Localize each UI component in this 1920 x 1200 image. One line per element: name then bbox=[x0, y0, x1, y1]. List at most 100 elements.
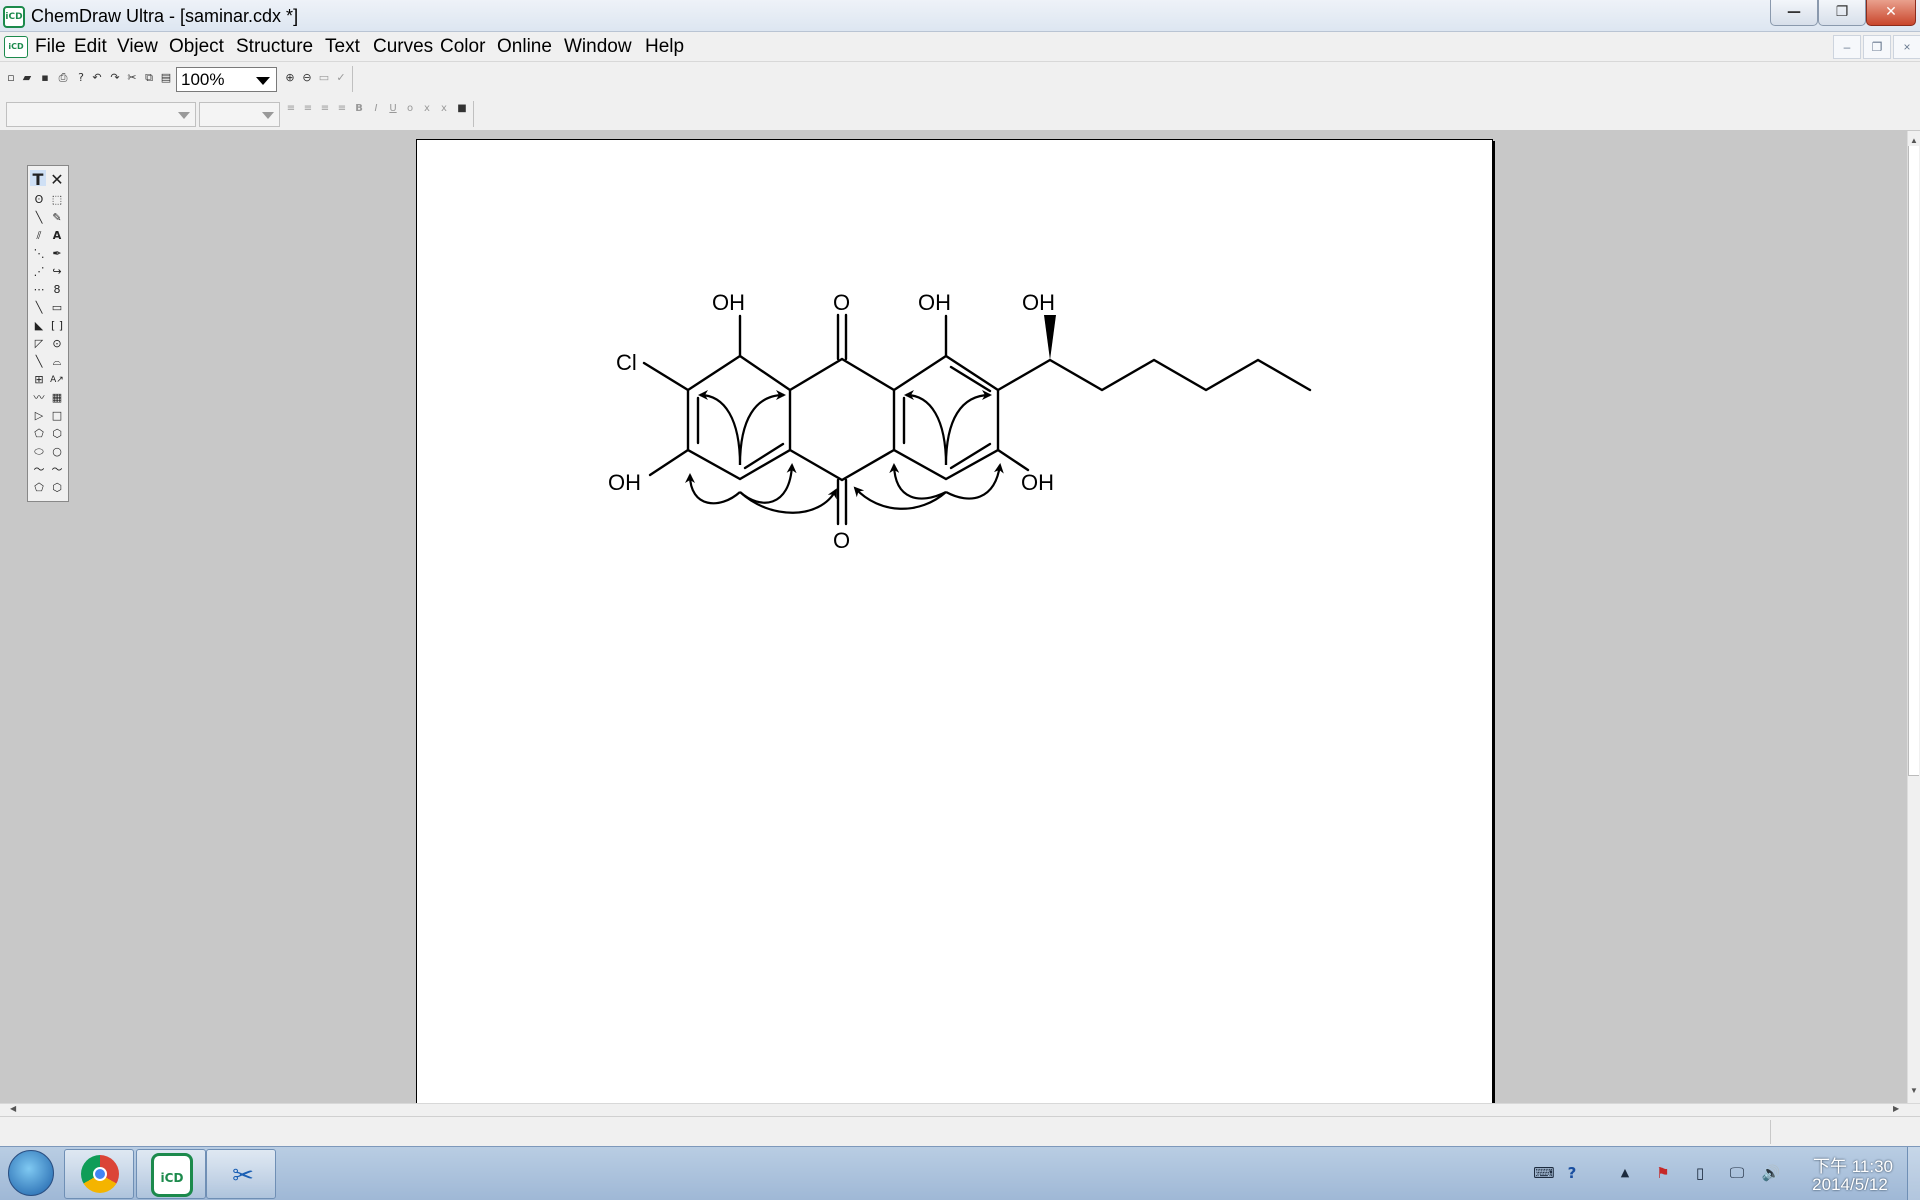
atom-label-tool-icon[interactable]: A bbox=[49, 228, 65, 244]
menu-object[interactable]: Object bbox=[167, 35, 226, 59]
menu-color[interactable]: Color bbox=[438, 35, 487, 59]
zoom-out-icon[interactable]: ⊖ bbox=[300, 71, 314, 85]
text-tool-icon[interactable]: T bbox=[30, 170, 46, 189]
menu-online[interactable]: Online bbox=[495, 35, 554, 59]
vertical-scroll-thumb[interactable] bbox=[1908, 146, 1919, 776]
table-tool-icon[interactable]: ⊞ bbox=[31, 372, 47, 388]
orbital-icon[interactable]: 8 bbox=[49, 282, 65, 298]
outline-icon[interactable]: o bbox=[403, 102, 417, 116]
mass-fragmentation-icon[interactable]: A↗ bbox=[49, 372, 65, 388]
zoom-in-icon[interactable]: ⊕ bbox=[283, 71, 297, 85]
show-hidden-icons-icon[interactable]: ▲ bbox=[1614, 1162, 1636, 1184]
chain-tool-icon[interactable]: 〰 bbox=[31, 390, 47, 406]
hollow-wedge-icon[interactable]: ◸ bbox=[31, 336, 47, 352]
pentagon-ring-icon[interactable]: ⬠ bbox=[31, 426, 47, 442]
maximize-button[interactable]: ❐ bbox=[1818, 0, 1866, 26]
cyclohexane-chair-2-icon[interactable]: 〜 bbox=[49, 462, 65, 478]
document-restore-button[interactable]: ❐ bbox=[1863, 35, 1891, 59]
show-clipboard-icon[interactable]: ▭ bbox=[317, 71, 331, 85]
redo-icon[interactable]: ↷ bbox=[108, 71, 122, 85]
template-tool-icon[interactable]: ▦ bbox=[49, 390, 65, 406]
bracket-icon[interactable]: [ ] bbox=[49, 318, 65, 334]
text-color-icon[interactable]: ■ bbox=[455, 102, 469, 116]
show-desktop-button[interactable] bbox=[1907, 1147, 1920, 1200]
taskbar-chemdraw[interactable]: iCD bbox=[136, 1149, 206, 1199]
minimize-button[interactable]: — bbox=[1770, 0, 1818, 26]
align-center-icon[interactable]: ≡ bbox=[301, 102, 315, 116]
action-center-flag-icon[interactable]: ⚑ bbox=[1652, 1162, 1674, 1184]
save-icon[interactable]: ▪ bbox=[38, 71, 52, 85]
menu-curves[interactable]: Curves bbox=[371, 35, 435, 59]
copy-icon[interactable]: ⧉ bbox=[142, 71, 156, 85]
chemical-structure-canvas[interactable]: Cl OH O OH OH OH OH O bbox=[416, 139, 1493, 1103]
help-icon[interactable]: ? bbox=[1561, 1162, 1583, 1184]
paste-icon[interactable]: ▤ bbox=[159, 71, 173, 85]
clock-date[interactable]: 2014/5/12 bbox=[1800, 1175, 1900, 1195]
menu-edit[interactable]: Edit bbox=[72, 35, 109, 59]
menu-structure[interactable]: Structure bbox=[234, 35, 315, 59]
check-structure-icon[interactable]: ✓ bbox=[334, 71, 348, 85]
scroll-right-icon[interactable]: ▶ bbox=[1893, 1104, 1899, 1114]
align-left-icon[interactable]: ≡ bbox=[284, 102, 298, 116]
benzene-ring-icon[interactable]: ⬡ bbox=[49, 480, 65, 496]
hexagon-ring-icon[interactable]: ⬡ bbox=[49, 426, 65, 442]
align-right-icon[interactable]: ≡ bbox=[318, 102, 332, 116]
subscript-icon[interactable]: x bbox=[420, 102, 434, 116]
new-document-icon[interactable]: ▫ bbox=[4, 71, 18, 85]
start-button[interactable] bbox=[8, 1150, 54, 1196]
undo-icon[interactable]: ↶ bbox=[90, 71, 104, 85]
dashed-bond-icon[interactable]: ⋱ bbox=[31, 246, 47, 262]
bold-bond-icon[interactable]: ╲ bbox=[31, 300, 47, 316]
superscript-icon[interactable]: x bbox=[437, 102, 451, 116]
menu-window[interactable]: Window bbox=[562, 35, 634, 59]
font-dropdown[interactable] bbox=[6, 102, 196, 127]
menu-view[interactable]: View bbox=[115, 35, 160, 59]
heptagon-ring-icon[interactable]: ⬭ bbox=[31, 444, 47, 460]
scroll-down-icon[interactable]: ▼ bbox=[1910, 1086, 1918, 1096]
wedge-bond-icon[interactable]: ◣ bbox=[31, 318, 47, 334]
pen-tool-icon[interactable]: ✒ bbox=[49, 246, 65, 262]
arrow-tool-icon[interactable]: ↪ bbox=[49, 264, 65, 280]
font-size-dropdown[interactable] bbox=[199, 102, 280, 127]
square-ring-icon[interactable]: □ bbox=[49, 408, 65, 424]
document-minimize-button[interactable]: – bbox=[1833, 35, 1861, 59]
scroll-up-icon[interactable]: ▲ bbox=[1910, 136, 1918, 146]
italic-icon[interactable]: I bbox=[369, 102, 383, 116]
chemical-symbol-icon[interactable]: ⊙ bbox=[49, 336, 65, 352]
query-tool-icon[interactable]: ⌓ bbox=[49, 354, 65, 370]
hashed-wedge-icon[interactable]: ⋯ bbox=[31, 282, 47, 298]
battery-icon[interactable]: ▯ bbox=[1689, 1162, 1711, 1184]
zoom-dropdown[interactable]: 100% bbox=[176, 67, 277, 92]
menu-file[interactable]: File bbox=[33, 35, 68, 59]
menu-text[interactable]: Text bbox=[323, 35, 362, 59]
hashed-bond-icon[interactable]: ⋰ bbox=[31, 264, 47, 280]
lasso-icon[interactable]: ʘ bbox=[31, 192, 47, 208]
double-bond-icon[interactable]: ⫽ bbox=[31, 228, 47, 244]
close-button[interactable]: ✕ bbox=[1866, 0, 1916, 26]
cyclohexane-chair-icon[interactable]: 〜 bbox=[31, 462, 47, 478]
network-icon[interactable]: 🖵 bbox=[1726, 1162, 1748, 1184]
help-question-icon[interactable]: ? bbox=[74, 71, 88, 85]
wavy-bond-icon[interactable]: ╲ bbox=[31, 354, 47, 370]
chemdraw-app-icon[interactable]: iCD bbox=[3, 6, 25, 28]
marquee-icon[interactable]: ⬚ bbox=[49, 192, 65, 208]
menu-help[interactable]: Help bbox=[643, 35, 686, 59]
rectangle-tool-icon[interactable]: ▭ bbox=[49, 300, 65, 316]
clock-time[interactable]: 下午 11:30 bbox=[1808, 1152, 1898, 1177]
underline-icon[interactable]: U bbox=[386, 102, 400, 116]
horizontal-scrollbar[interactable] bbox=[0, 1103, 1920, 1116]
document-icon[interactable]: iCD bbox=[4, 36, 28, 58]
print-icon[interactable]: ⎙ bbox=[56, 71, 70, 85]
octagon-ring-icon[interactable]: ○ bbox=[49, 444, 65, 460]
triangle-ring-icon[interactable]: ▷ bbox=[31, 408, 47, 424]
justify-icon[interactable]: ≡ bbox=[335, 102, 349, 116]
pen-icon[interactable]: ✎ bbox=[49, 210, 65, 226]
bond-tool-icon[interactable]: ╲ bbox=[31, 210, 47, 226]
open-folder-icon[interactable]: ▰ bbox=[20, 71, 34, 85]
taskbar-snipping-tool[interactable]: ✂ bbox=[206, 1149, 276, 1199]
taskbar-chrome[interactable] bbox=[64, 1149, 134, 1199]
keyboard-icon[interactable]: ⌨ bbox=[1533, 1162, 1555, 1184]
document-close-button[interactable]: × bbox=[1893, 35, 1920, 59]
bold-icon[interactable]: B bbox=[352, 102, 366, 116]
cyclopentadiene-icon[interactable]: ⬠ bbox=[31, 480, 47, 496]
